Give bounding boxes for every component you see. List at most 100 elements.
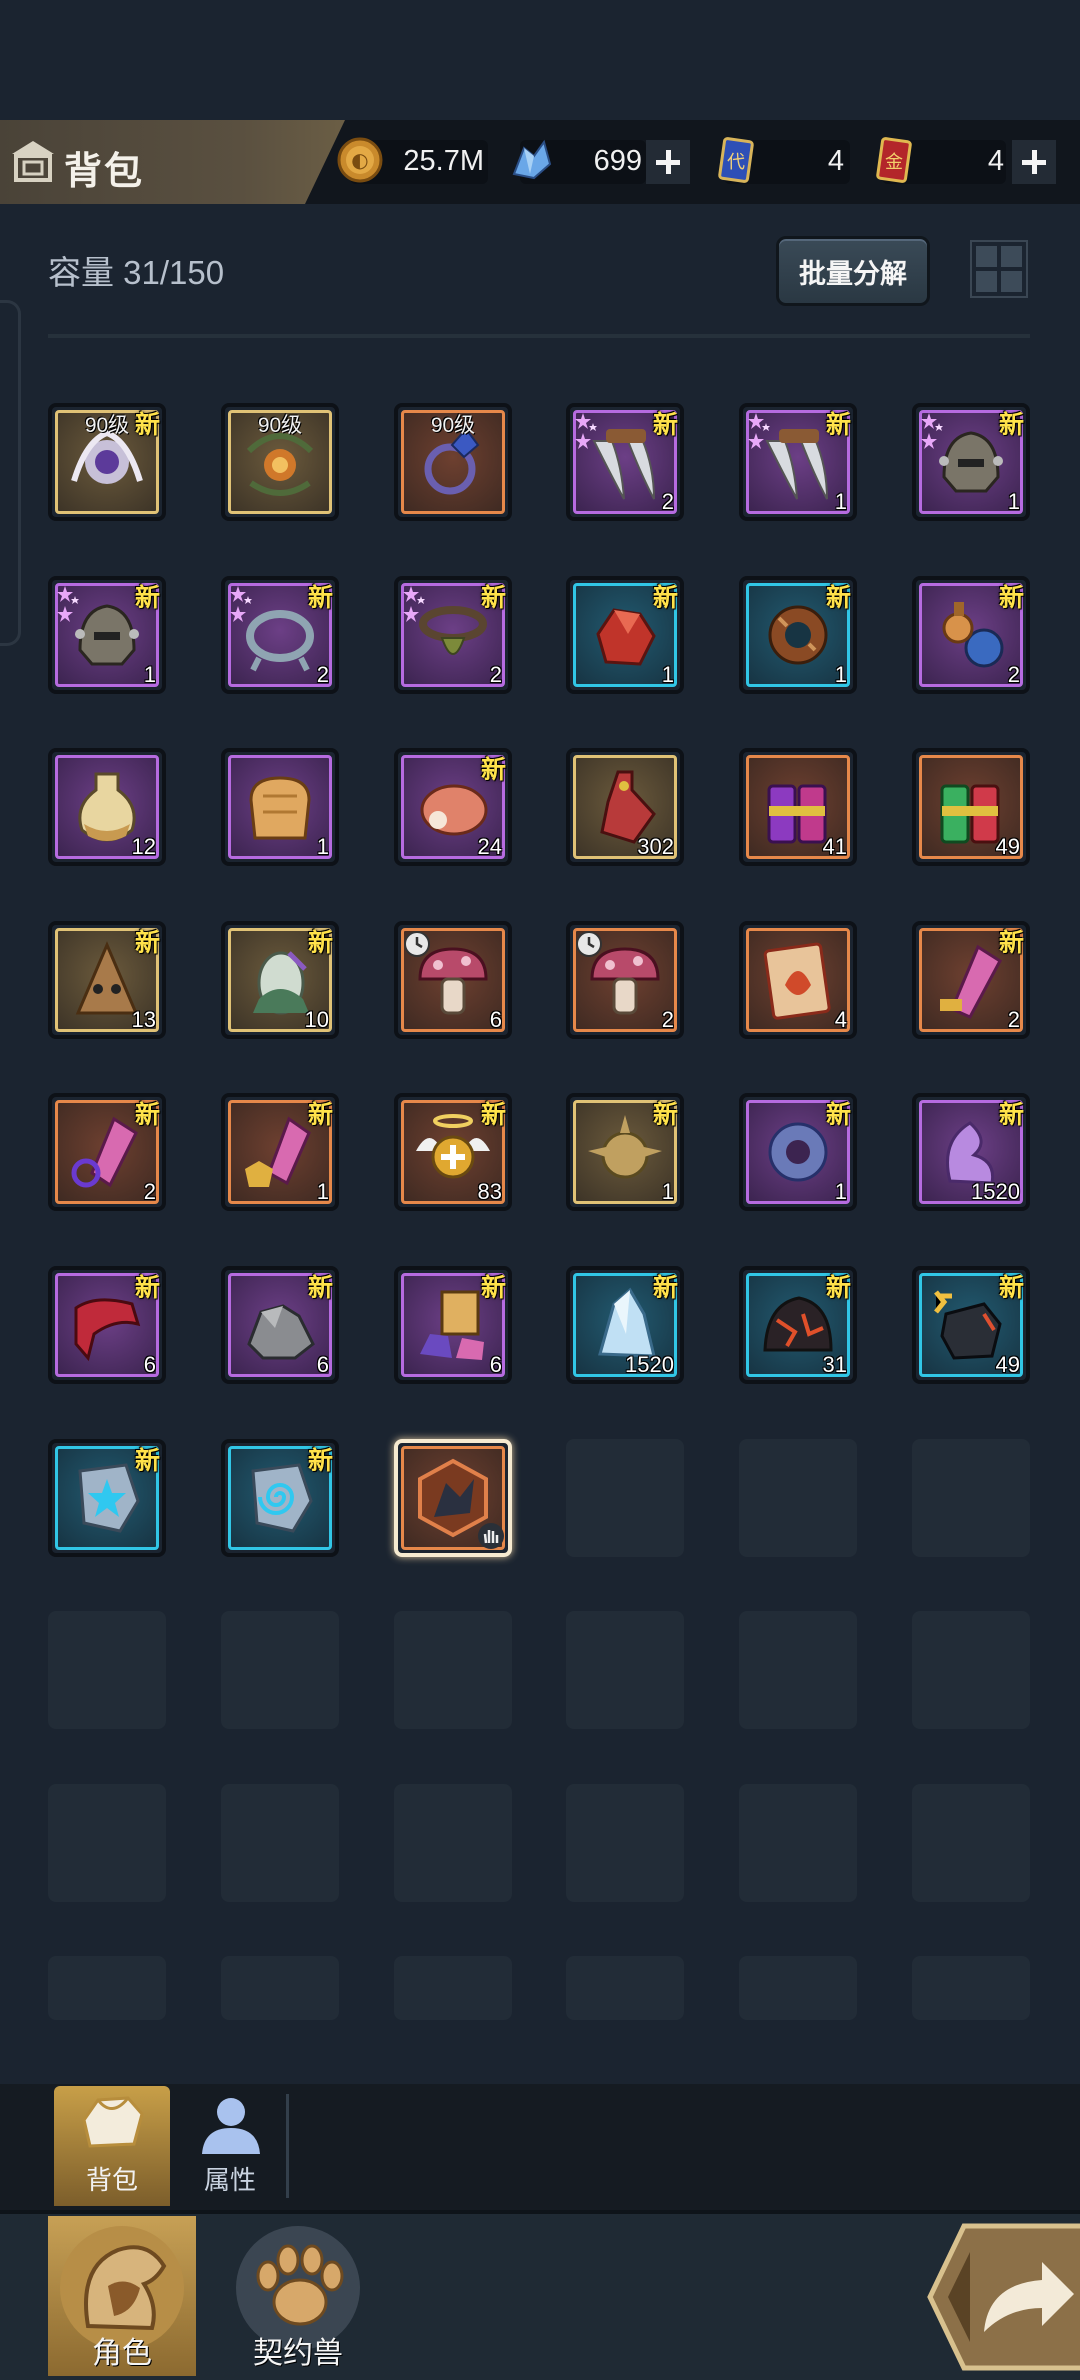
inventory-slot[interactable]: 90级: [221, 403, 339, 521]
star-rank-icon: [575, 413, 597, 449]
inventory-slot[interactable]: 新1: [566, 1093, 684, 1211]
inventory-slot[interactable]: 12: [48, 748, 166, 866]
grid-view-toggle-icon[interactable]: [970, 240, 1028, 298]
tab-attributes-label[interactable]: 属性: [172, 2160, 288, 2197]
inventory-slot[interactable]: 90级新: [48, 403, 166, 521]
new-badge: 新: [134, 411, 160, 439]
empty-slot: [566, 1784, 684, 1902]
inventory-slot[interactable]: 2: [566, 921, 684, 1039]
inventory-slot[interactable]: 新6: [221, 1266, 339, 1384]
side-drawer-handle[interactable]: [0, 300, 21, 646]
new-badge: 新: [825, 584, 851, 612]
svg-text:代: 代: [727, 152, 745, 173]
add-red-ticket-button[interactable]: [1012, 140, 1056, 184]
inventory-slot[interactable]: 新1: [739, 1093, 857, 1211]
item-quantity: 302: [637, 834, 674, 859]
inventory-slot[interactable]: 新 13: [48, 921, 166, 1039]
inventory-slot[interactable]: 90级: [394, 403, 512, 521]
new-badge: 新: [652, 1101, 678, 1129]
empty-slot: [739, 1784, 857, 1902]
inventory-slot[interactable]: 新2: [566, 403, 684, 521]
inventory-slot[interactable]: 新 1520: [566, 1266, 684, 1384]
item-quantity: 6: [489, 1352, 502, 1377]
red-ticket-icon: 金: [876, 137, 912, 183]
tab-divider: [286, 2094, 289, 2198]
gold-amount: 25.7M: [403, 145, 484, 177]
svg-text:◐: ◐: [351, 148, 368, 172]
new-badge: 新: [134, 1447, 160, 1475]
empty-slot: [566, 1956, 684, 2020]
inventory-slot[interactable]: 新1: [912, 403, 1030, 521]
item-quantity: 2: [661, 1007, 674, 1032]
item-quantity: 2: [143, 1179, 156, 1204]
star-rank-icon: [403, 586, 425, 622]
inventory-slot[interactable]: 49: [912, 748, 1030, 866]
inventory-slot[interactable]: 新2: [912, 576, 1030, 694]
empty-slot: [221, 1784, 339, 1902]
item-level: 90级: [257, 414, 303, 437]
capacity-label: 容量 31/150: [48, 254, 225, 291]
item-quantity: 41: [822, 834, 847, 859]
empty-slot: [394, 1956, 512, 2020]
item-quantity: 1: [661, 1179, 674, 1204]
item-quantity: 1520: [625, 1352, 674, 1377]
paw-icon: [256, 2244, 344, 2326]
item-quantity: 83: [477, 1179, 502, 1204]
hand-pointer-icon: [478, 1523, 504, 1549]
inventory-slot[interactable]: 新 1520: [912, 1093, 1030, 1211]
inventory-slot[interactable]: 新1: [566, 576, 684, 694]
new-badge: 新: [307, 1101, 333, 1129]
new-badge: 新: [134, 1274, 160, 1302]
new-badge: 新: [134, 584, 160, 612]
inventory-slot[interactable]: 新 83: [394, 1093, 512, 1211]
inventory-slot[interactable]: 41: [739, 748, 857, 866]
empty-slot: [739, 1439, 857, 1557]
inventory-slot[interactable]: 新1: [739, 403, 857, 521]
inventory-slot[interactable]: 新2: [48, 1093, 166, 1211]
inventory-slot[interactable]: [394, 1439, 512, 1557]
next-arrow-button[interactable]: [924, 2222, 1080, 2372]
inventory-slot[interactable]: 新1: [48, 576, 166, 694]
inventory-slot[interactable]: 新: [221, 1439, 339, 1557]
inventory-slot[interactable]: 302: [566, 748, 684, 866]
new-badge: 新: [998, 584, 1024, 612]
new-badge: 新: [480, 1101, 506, 1129]
item-quantity: 1: [316, 834, 329, 859]
inventory-slot[interactable]: 6: [394, 921, 512, 1039]
inventory-slot[interactable]: 新: [48, 1439, 166, 1557]
star-rank-icon: [748, 413, 770, 449]
add-crystal-button[interactable]: [646, 140, 690, 184]
red-ticket-amount: 4: [987, 145, 1004, 177]
new-badge: 新: [825, 1274, 851, 1302]
inventory-slot[interactable]: 新2: [221, 576, 339, 694]
inventory-slot[interactable]: 新 24: [394, 748, 512, 866]
empty-slot: [48, 1956, 166, 2020]
new-badge: 新: [307, 1447, 333, 1475]
item-quantity: 2: [1007, 1007, 1020, 1032]
inventory-slot[interactable]: 4: [739, 921, 857, 1039]
item-quantity: 6: [143, 1352, 156, 1377]
inventory-slot[interactable]: 新6: [48, 1266, 166, 1384]
gold-coin-icon: ◐: [337, 137, 383, 183]
inventory-slot[interactable]: 新1: [221, 1093, 339, 1211]
item-quantity: 13: [131, 1007, 156, 1032]
new-badge: 新: [134, 929, 160, 957]
empty-slot: [912, 1611, 1030, 1729]
new-badge: 新: [307, 584, 333, 612]
scroll-icon: [763, 942, 831, 1020]
inventory-slot[interactable]: 新 49: [912, 1266, 1030, 1384]
nav-pet-label: 契约兽: [253, 2337, 343, 2370]
batch-decompose-button[interactable]: 批量分解: [776, 236, 930, 306]
divider: [48, 334, 1030, 338]
inventory-slot[interactable]: 新2: [912, 921, 1030, 1039]
inventory-slot[interactable]: 新2: [394, 576, 512, 694]
empty-slot: [394, 1611, 512, 1729]
inventory-slot[interactable]: 新6: [394, 1266, 512, 1384]
new-badge: 新: [134, 1101, 160, 1129]
inventory-slot[interactable]: 新 31: [739, 1266, 857, 1384]
inventory-slot[interactable]: 1: [221, 748, 339, 866]
empty-slot: [566, 1611, 684, 1729]
item-quantity: 1: [143, 662, 156, 687]
inventory-slot[interactable]: 新 10: [221, 921, 339, 1039]
inventory-slot[interactable]: 新1: [739, 576, 857, 694]
